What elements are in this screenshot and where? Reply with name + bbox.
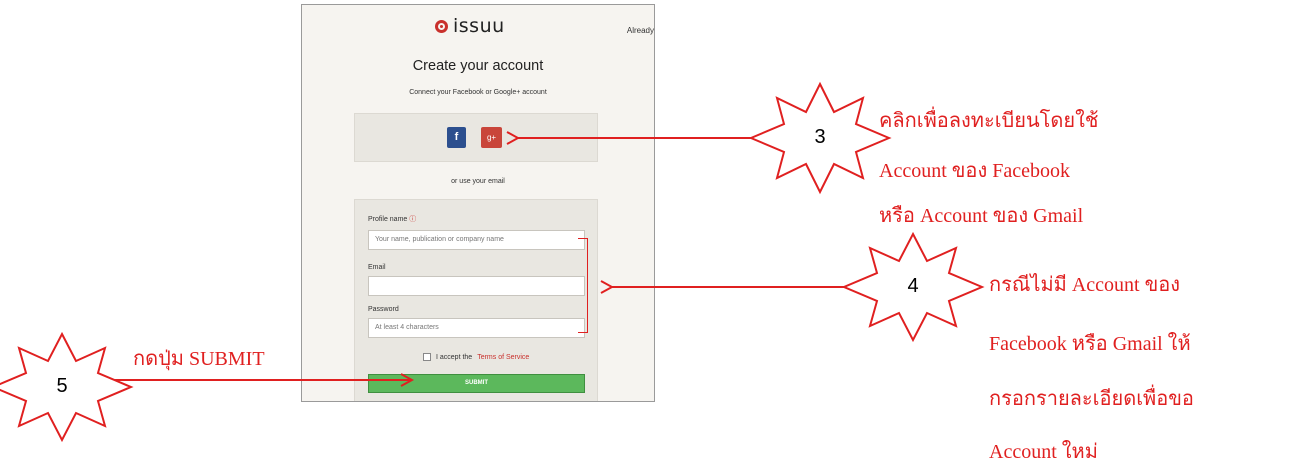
step-3-number: 3 — [814, 126, 826, 148]
step4-line3: กรอกรายละเอียดเพื่อขอ — [989, 388, 1194, 410]
step3-line2: Account ของ Facebook — [879, 160, 1070, 182]
step5-text: กดปุ่ม SUBMIT — [133, 348, 265, 370]
step4-line4: Account ใหม่ — [989, 441, 1098, 463]
step3-line3: หรือ Account ของ Gmail — [879, 205, 1084, 227]
step4-line2: Facebook หรือ Gmail ให้ — [989, 333, 1191, 355]
step3-line1: คลิกเพื่อลงทะเบียนโดยใช้ — [879, 110, 1099, 132]
step-4-number: 4 — [907, 275, 919, 297]
step-5-number: 5 — [56, 375, 68, 397]
step4-line1: กรณีไม่มี Account ของ — [989, 274, 1181, 296]
